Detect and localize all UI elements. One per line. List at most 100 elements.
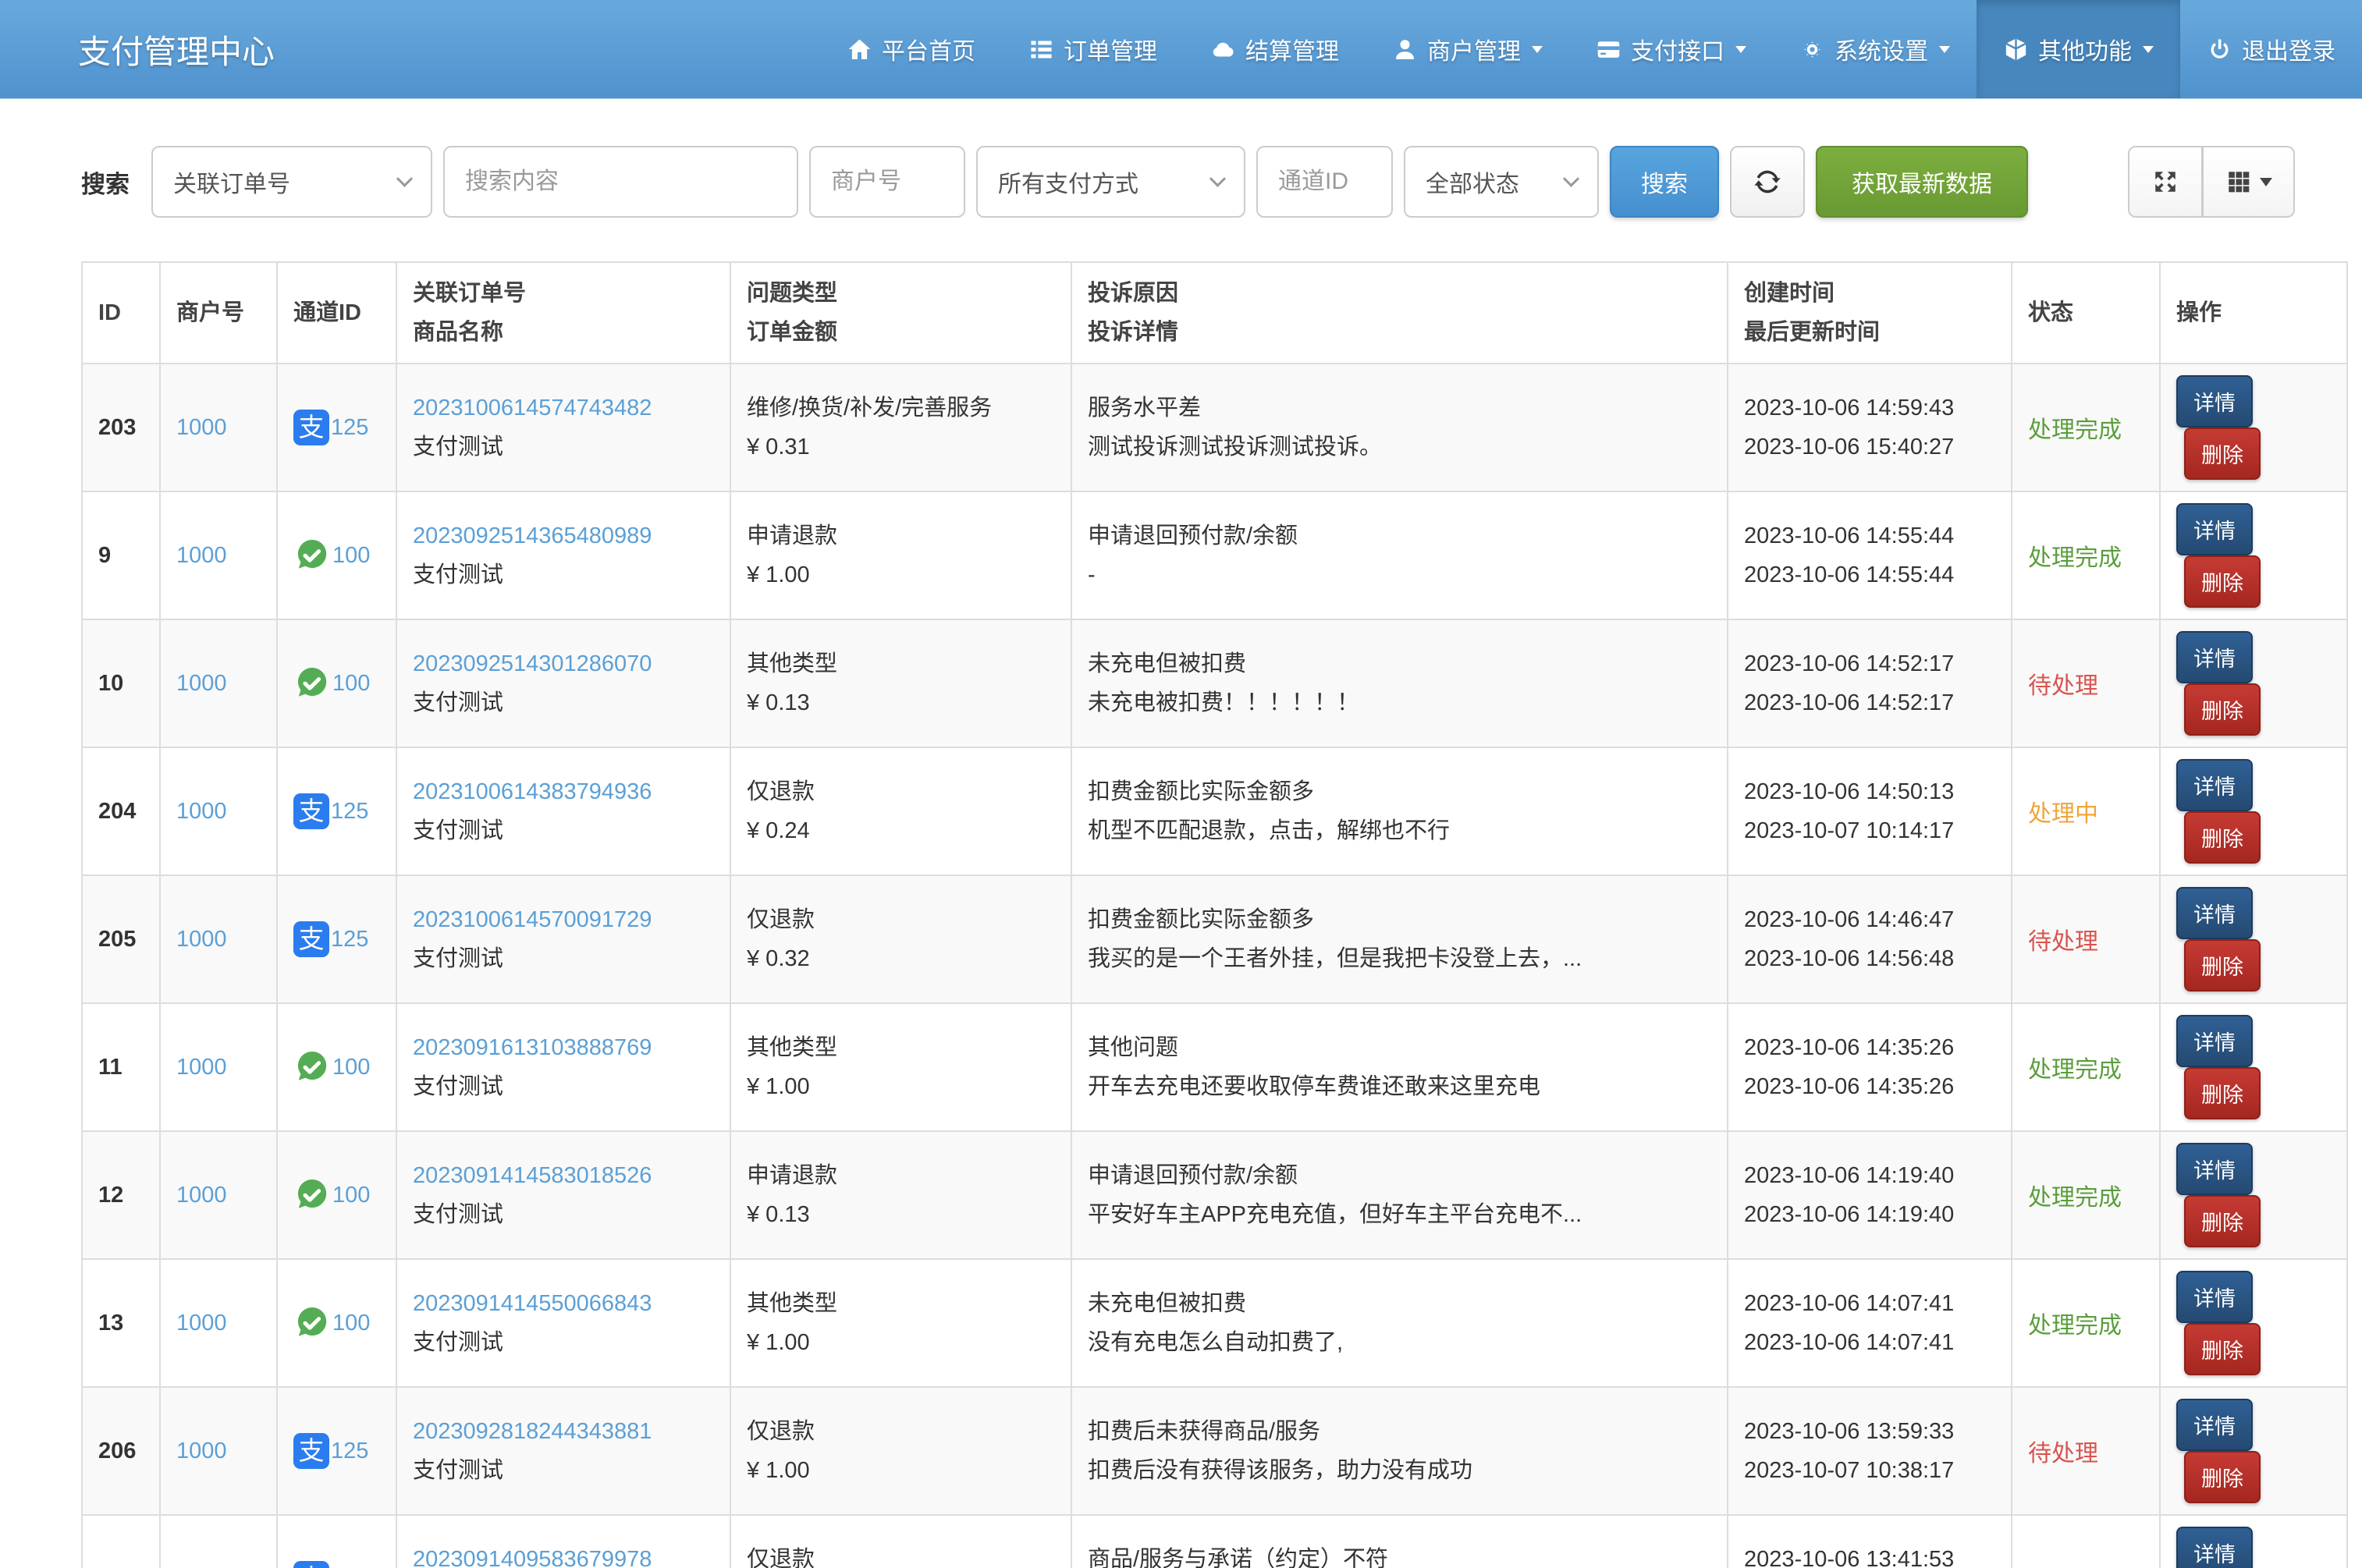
detail-button[interactable]: 详情 [2176,1015,2253,1067]
status-badge: 处理中 [2028,801,2098,827]
complaint-cell: 商品/服务与承诺（约定）不符 不发货，客服也不回我 [1071,1515,1728,1568]
channel-id-text: 100 [332,1311,370,1336]
nav-item-gear[interactable]: 系统设置 [1773,0,1977,98]
wechat-icon [293,665,331,702]
nav-item-user[interactable]: 商户管理 [1366,0,1569,98]
status-badge: 处理完成 [2028,417,2122,443]
complaint-cell: 其他问题 开车去充电还要收取停车费谁还敢来这里充电 [1071,1003,1728,1131]
time-cell: 2023-10-06 14:50:13 2023-10-07 10:14:17 [1728,747,2012,875]
detail-button[interactable]: 详情 [2176,375,2253,427]
issue-cell: 仅退款 ¥ 0.24 [730,747,1071,875]
search-content-input[interactable] [443,146,798,218]
time-cell: 2023-10-06 14:35:26 2023-10-06 14:35:26 [1728,1003,2012,1131]
grid-icon [2225,169,2252,195]
order-cell: 2023091414550066843 支付测试 [396,1259,730,1387]
list-icon [1028,37,1054,62]
home-icon [847,37,872,62]
delete-button[interactable]: 删除 [2184,555,2261,608]
refresh-button[interactable] [1730,146,1805,218]
detail-button[interactable]: 详情 [2176,503,2253,555]
delete-button[interactable]: 删除 [2184,1323,2261,1375]
fetch-latest-button[interactable]: 获取最新数据 [1816,146,2028,218]
merchant-link[interactable]: 1000 [176,1055,227,1080]
merchant-cell: 1000 [160,619,277,747]
merchant-link[interactable]: 1000 [176,799,227,824]
order-number-link[interactable]: 2023092818244343881 [413,1419,652,1444]
id-cell: 207 [82,1515,160,1568]
delete-button[interactable]: 删除 [2184,427,2261,480]
created-time: 2023-10-06 13:41:53 [1744,1540,1995,1568]
merchant-link[interactable]: 1000 [176,415,227,440]
created-time: 2023-10-06 14:46:47 [1744,900,1995,939]
search-label: 搜索 [81,165,130,200]
merchant-input[interactable] [809,146,965,218]
detail-button[interactable]: 详情 [2176,887,2253,939]
search-field-select[interactable]: 关联订单号 [151,146,432,218]
merchant-link[interactable]: 1000 [176,1183,227,1208]
order-number-link[interactable]: 2023091414550066843 [413,1291,652,1316]
order-number-link[interactable]: 2023091613103888769 [413,1035,652,1060]
nav-item-box[interactable]: 其他功能 [1977,0,2180,98]
delete-button[interactable]: 删除 [2184,811,2261,864]
status-select[interactable]: 全部状态 [1404,146,1599,218]
chevron-down-icon [1563,170,1579,186]
channel-id-input[interactable] [1256,146,1393,218]
delete-button[interactable]: 删除 [2184,1067,2261,1119]
nav-item-cloud[interactable]: 结算管理 [1184,0,1366,98]
delete-button[interactable]: 删除 [2184,1451,2261,1503]
order-amount: ¥ 0.31 [747,427,1055,466]
merchant-link[interactable]: 1000 [176,1439,227,1463]
complaints-table: ID 商户号 通道ID 关联订单号 商品名称 问题类型 订单金额 投诉原因 投诉… [81,261,2348,1568]
product-name: 支付测试 [413,683,714,722]
caret-down-icon [1939,46,1950,53]
merchant-link[interactable]: 1000 [176,543,227,568]
status-badge: 处理完成 [2028,1057,2122,1083]
order-number-link[interactable]: 2023091409583679978 [413,1547,652,1568]
status-cell: 处理完成 [2012,1131,2160,1259]
order-number-link[interactable]: 2023100614570091729 [413,907,652,932]
order-number-link[interactable]: 2023100614383794936 [413,779,652,804]
updated-time: 2023-10-06 14:56:48 [1744,939,1995,978]
fullscreen-button[interactable] [2128,146,2203,218]
merchant-cell: 1000 [160,875,277,1003]
order-number-link[interactable]: 2023100614574743482 [413,396,652,420]
created-time: 2023-10-06 14:50:13 [1744,772,1995,811]
issue-type: 其他类型 [747,644,1055,683]
merchant-link[interactable]: 1000 [176,671,227,696]
order-number-link[interactable]: 2023091414583018526 [413,1163,652,1188]
order-number-link[interactable]: 2023092514365480989 [413,523,652,548]
search-button[interactable]: 搜索 [1610,146,1719,218]
issue-cell: 申请退款 ¥ 0.13 [730,1131,1071,1259]
detail-button[interactable]: 详情 [2176,1271,2253,1323]
channel-cell: 100 [277,491,396,619]
nav-item-power[interactable]: 退出登录 [2180,0,2362,98]
issue-cell: 其他类型 ¥ 1.00 [730,1259,1071,1387]
nav-item-home[interactable]: 平台首页 [820,0,1002,98]
detail-button[interactable]: 详情 [2176,631,2253,683]
columns-button[interactable] [2203,146,2295,218]
complaint-reason: 未充电但被扣费 [1088,1284,1711,1323]
nav-item-label: 结算管理 [1245,32,1339,66]
delete-button[interactable]: 删除 [2184,939,2261,992]
id-cell: 12 [82,1131,160,1259]
issue-type: 仅退款 [747,900,1055,939]
merchant-cell: 1000 [160,491,277,619]
nav-item-label: 系统设置 [1835,32,1928,66]
channel-id-text: 125 [331,415,368,441]
nav-item-list[interactable]: 订单管理 [1002,0,1184,98]
detail-button[interactable]: 详情 [2176,1143,2253,1195]
merchant-link[interactable]: 1000 [176,927,227,952]
delete-button[interactable]: 删除 [2184,1195,2261,1247]
detail-button[interactable]: 详情 [2176,1527,2253,1568]
paytype-select[interactable]: 所有支付方式 [976,146,1245,218]
box-icon [2003,37,2029,62]
nav-item-card[interactable]: 支付接口 [1569,0,1773,98]
detail-button[interactable]: 详情 [2176,759,2253,811]
detail-button[interactable]: 详情 [2176,1399,2253,1451]
merchant-link[interactable]: 1000 [176,1311,227,1336]
order-number-link[interactable]: 2023092514301286070 [413,651,652,676]
delete-button[interactable]: 删除 [2184,683,2261,736]
status-badge: 处理完成 [2028,1185,2122,1211]
merchant-cell: 1000 [160,1003,277,1131]
actions-cell: 详情 删除 [2160,1131,2347,1259]
